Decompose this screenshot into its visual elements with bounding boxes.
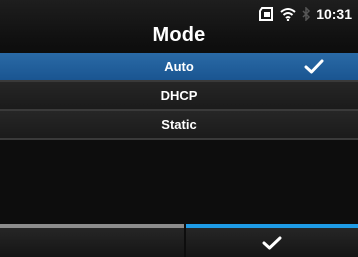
softkey-bar xyxy=(0,224,358,257)
header: 10:31 Mode xyxy=(0,0,358,52)
status-bar: 10:31 xyxy=(259,5,352,23)
sd-card-icon xyxy=(259,7,274,21)
bluetooth-icon xyxy=(302,7,311,21)
printer-screen: 10:31 Mode Auto DHCP Static xyxy=(0,0,358,257)
checkmark-icon xyxy=(304,59,324,74)
confirm-softkey[interactable] xyxy=(185,224,358,257)
back-softkey[interactable] xyxy=(0,224,184,257)
list-item-dhcp[interactable]: DHCP xyxy=(0,82,358,111)
clock: 10:31 xyxy=(316,6,352,22)
list-item-label: Auto xyxy=(164,59,194,74)
list-item-static[interactable]: Static xyxy=(0,111,358,140)
wifi-icon xyxy=(280,8,296,21)
checkmark-icon xyxy=(262,236,282,250)
list-item-auto[interactable]: Auto xyxy=(0,53,358,82)
list-item-label: Static xyxy=(161,117,197,132)
list-item-label: DHCP xyxy=(160,88,198,103)
page-title: Mode xyxy=(152,24,206,46)
mode-option-list: Auto DHCP Static xyxy=(0,53,358,140)
